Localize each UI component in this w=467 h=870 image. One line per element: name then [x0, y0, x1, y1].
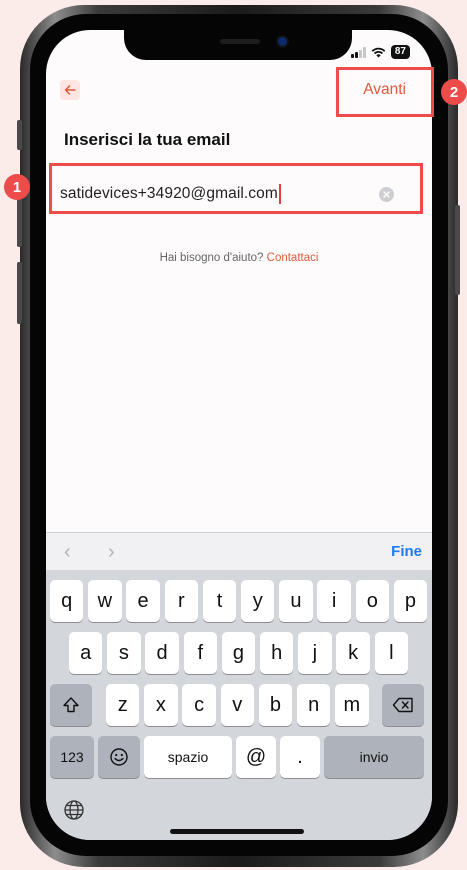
- speaker: [220, 39, 260, 44]
- key-u[interactable]: u: [279, 580, 313, 622]
- space-key[interactable]: spazio: [144, 736, 232, 778]
- mute-switch: [17, 120, 22, 150]
- front-camera: [278, 37, 287, 46]
- email-field-highlight: [49, 163, 423, 214]
- key-a[interactable]: a: [69, 632, 103, 674]
- help-text: Hai bisogno d'aiuto? Contattaci: [46, 252, 432, 264]
- next-button-highlight: [336, 67, 434, 117]
- back-button[interactable]: [60, 80, 80, 100]
- key-p[interactable]: p: [393, 580, 428, 622]
- battery-indicator: 87: [390, 45, 410, 59]
- signal-icon: [350, 46, 366, 58]
- volume-down-button: [17, 262, 22, 324]
- power-button: [455, 205, 460, 295]
- numbers-key[interactable]: 123: [50, 736, 94, 778]
- shift-icon: [63, 697, 79, 713]
- return-key[interactable]: invio: [324, 736, 424, 778]
- globe-icon[interactable]: [62, 798, 86, 822]
- key-o[interactable]: o: [355, 580, 389, 622]
- phone-screen: 87 Avanti Inserisci la tua email satidev…: [46, 30, 432, 840]
- emoji-icon: [110, 748, 128, 766]
- key-l[interactable]: l: [374, 632, 408, 674]
- key-q[interactable]: q: [50, 580, 84, 622]
- key-v[interactable]: v: [220, 684, 254, 726]
- key-k[interactable]: k: [336, 632, 370, 674]
- status-bar: 87: [350, 45, 410, 59]
- key-t[interactable]: t: [202, 580, 237, 622]
- keyboard: ‹ › Fine qwertyuiop asdfghjkl zxcvbnm 12…: [46, 532, 432, 840]
- key-x[interactable]: x: [144, 684, 178, 726]
- key-g[interactable]: g: [221, 632, 256, 674]
- dot-key[interactable]: .: [280, 736, 320, 778]
- page-title: Inserisci la tua email: [64, 130, 231, 149]
- key-r[interactable]: r: [164, 580, 198, 622]
- shift-key[interactable]: [50, 684, 92, 726]
- key-w[interactable]: w: [88, 580, 122, 622]
- wifi-icon: [371, 47, 386, 57]
- key-y[interactable]: y: [241, 580, 275, 622]
- keyboard-toolbar: ‹ › Fine: [46, 532, 432, 570]
- key-n[interactable]: n: [297, 684, 331, 726]
- done-button[interactable]: Fine: [391, 543, 422, 560]
- key-i[interactable]: i: [317, 580, 351, 622]
- key-d[interactable]: d: [145, 632, 179, 674]
- contact-link[interactable]: Contattaci: [267, 252, 319, 264]
- backspace-icon: [392, 697, 413, 713]
- key-m[interactable]: m: [335, 684, 369, 726]
- arrow-left-icon: [64, 85, 76, 95]
- chevron-left-icon[interactable]: ‹: [64, 541, 71, 564]
- key-j[interactable]: j: [298, 632, 332, 674]
- notch: [124, 30, 352, 60]
- key-s[interactable]: s: [107, 632, 141, 674]
- emoji-key[interactable]: [98, 736, 140, 778]
- key-c[interactable]: c: [182, 684, 216, 726]
- delete-key[interactable]: [382, 684, 424, 726]
- step-badge-2: 2: [441, 79, 467, 105]
- key-h[interactable]: h: [260, 632, 294, 674]
- key-b[interactable]: b: [258, 684, 293, 726]
- key-f[interactable]: f: [183, 632, 217, 674]
- step-badge-1: 1: [4, 174, 30, 200]
- at-key[interactable]: @: [236, 736, 276, 778]
- home-indicator: [170, 829, 304, 834]
- key-e[interactable]: e: [126, 580, 160, 622]
- chevron-right-icon[interactable]: ›: [108, 541, 115, 564]
- help-label: Hai bisogno d'aiuto?: [159, 252, 267, 264]
- key-z[interactable]: z: [106, 684, 140, 726]
